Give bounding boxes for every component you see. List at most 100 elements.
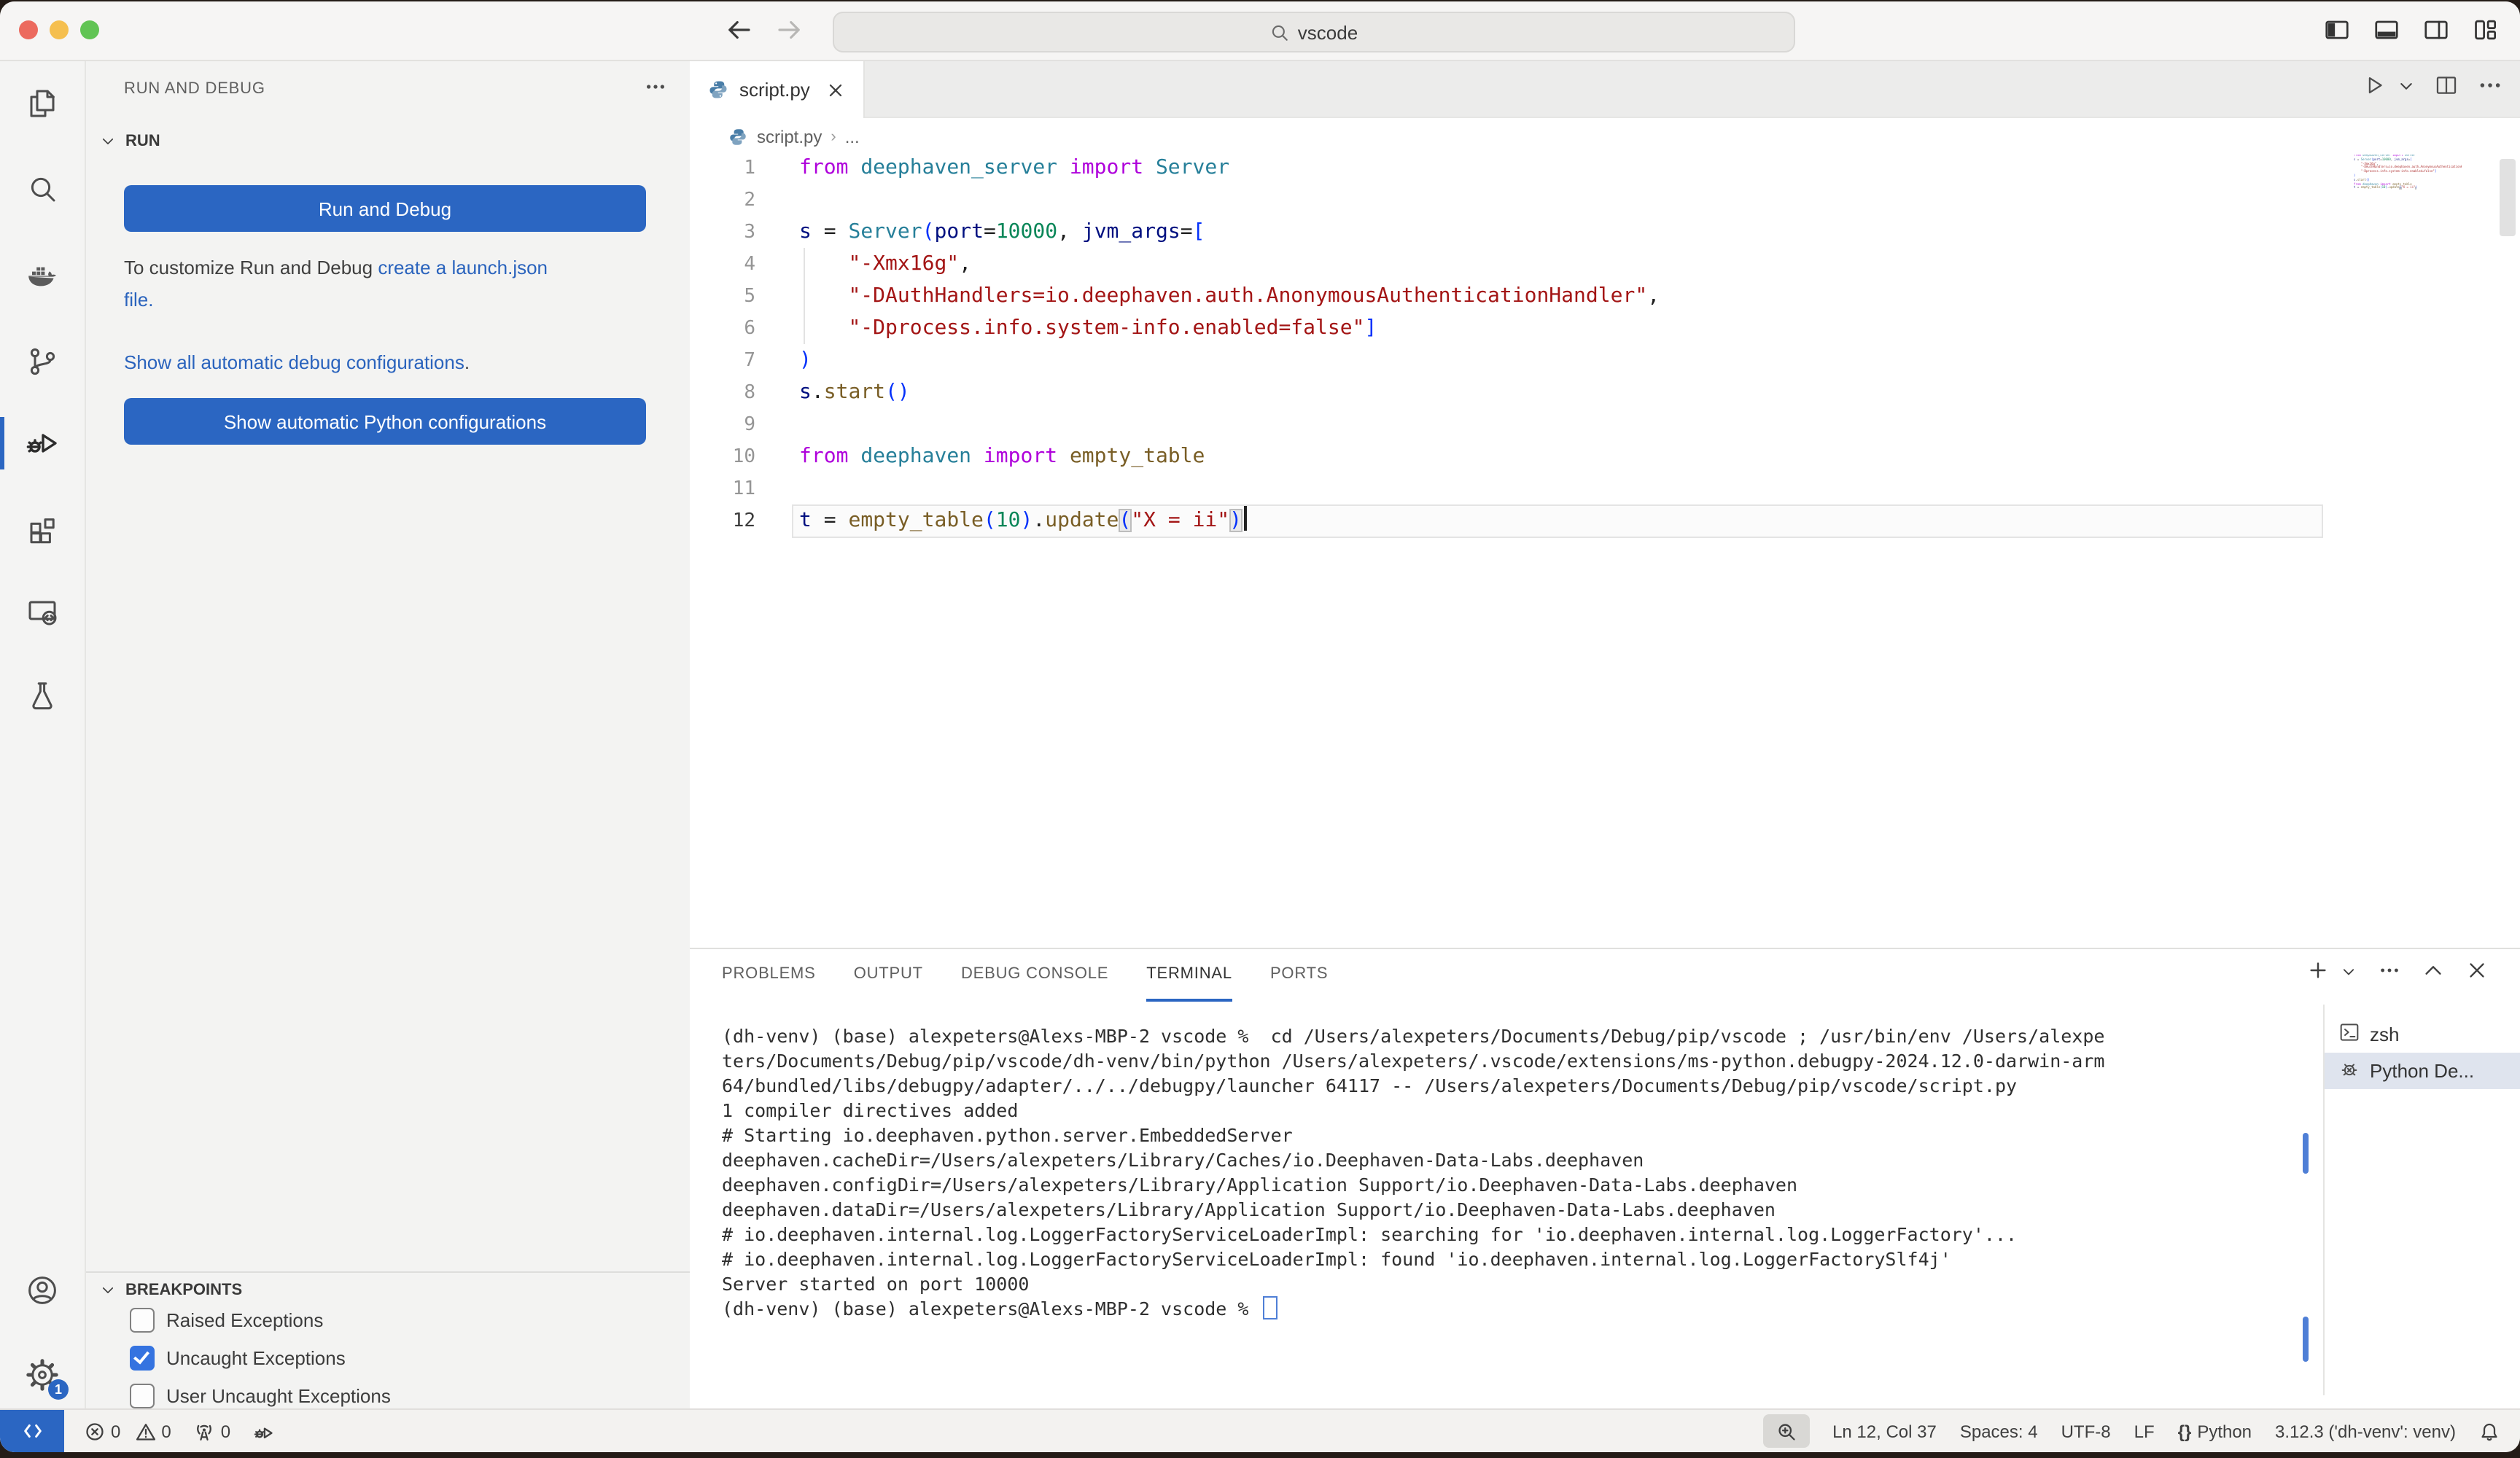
line-number[interactable]: 2 [690,185,755,217]
breakpoint-checkbox[interactable] [130,1345,155,1370]
customize-layout-icon[interactable] [2472,16,2500,51]
toggle-secondary-sidebar-icon[interactable] [2422,16,2450,51]
breakpoint-label: User Uncaught Exceptions [166,1384,391,1406]
code-line[interactable]: 10from deephaven import empty_table [690,440,2520,472]
broadcast-status[interactable]: 0 [195,1421,230,1441]
terminal-scrollbar-mark[interactable] [2303,1133,2309,1174]
line-number[interactable]: 10 [690,442,755,474]
panel-more-actions-icon[interactable] [2379,959,2400,989]
eol-status[interactable]: LF [2134,1421,2155,1441]
run-and-debug-icon[interactable] [25,426,60,461]
breadcrumb-symbol[interactable]: ... [845,127,860,147]
extensions-icon[interactable] [25,512,60,547]
close-panel-icon[interactable] [2466,959,2488,989]
breakpoint-checkbox[interactable] [130,1383,155,1408]
line-number[interactable]: 9 [690,410,755,442]
toggle-primary-sidebar-icon[interactable] [2323,16,2351,51]
terminal-scrollbar-mark[interactable] [2303,1317,2309,1362]
panel-tab-debug-console[interactable]: DEBUG CONSOLE [961,949,1108,1002]
line-number[interactable]: 4 [690,249,755,281]
close-tab-icon[interactable] [826,79,847,100]
minimize-window-button[interactable] [50,20,69,39]
code-line[interactable]: 1from deephaven_server import Server [690,152,2520,184]
line-number[interactable]: 6 [690,313,755,346]
toggle-panel-icon[interactable] [2373,16,2400,51]
search-icon[interactable] [25,172,60,207]
code-line[interactable]: 11 [690,472,2520,504]
code-line[interactable]: 8s.start() [690,376,2520,408]
panel-tab-output[interactable]: OUTPUT [854,949,923,1002]
views-more-actions-icon[interactable] [645,76,666,102]
close-window-button[interactable] [19,20,38,39]
terminal-dropdown-icon[interactable] [2341,961,2357,987]
back-icon[interactable] [723,15,754,52]
terminal-list-item-python-de-[interactable]: Python De... [2325,1053,2520,1089]
run-python-file-icon[interactable] [2362,73,2387,105]
breakpoint-item[interactable]: Raised Exceptions [130,1301,678,1338]
command-center[interactable]: vscode [833,12,1795,52]
explorer-icon[interactable] [25,86,60,121]
settings-badge: 1 [48,1379,69,1400]
line-number[interactable]: 5 [690,281,755,313]
debug-status-icon[interactable] [254,1421,274,1441]
run-dropdown-icon[interactable] [2398,76,2415,102]
breakpoints-section-header[interactable]: BREAKPOINTS [101,1282,242,1299]
forward-icon[interactable] [774,15,805,52]
code-line[interactable]: 6 "-Dprocess.info.system-info.enabled=fa… [690,312,2520,344]
code-line[interactable]: 9 [690,408,2520,440]
line-number[interactable]: 11 [690,474,755,506]
tab-script-py[interactable]: script.py [690,61,866,118]
settings-gear-icon[interactable]: 1 [25,1357,60,1392]
panel-tab-ports[interactable]: PORTS [1270,949,1328,1002]
code-line[interactable]: 5 "-DAuthHandlers=io.deephaven.auth.Anon… [690,280,2520,312]
line-number[interactable]: 1 [690,153,755,185]
line-number[interactable]: 7 [690,346,755,378]
terminal-list-item-zsh[interactable]: zsh [2325,1016,2520,1053]
breakpoint-label: Raised Exceptions [166,1309,323,1330]
zoom-status-icon[interactable] [1762,1414,1809,1448]
breakpoint-item[interactable]: Uncaught Exceptions [130,1338,678,1376]
show-all-debug-configs-link[interactable]: Show all automatic debug configurations [124,351,464,373]
show-python-configs-button[interactable]: Show automatic Python configurations [124,398,646,445]
code-line[interactable]: 12t = empty_table(10).update("X = ii") [690,504,2520,537]
encoding-status[interactable]: UTF-8 [2061,1421,2111,1441]
notifications-bell-icon[interactable] [2479,1421,2500,1441]
editor-more-actions-icon[interactable] [2478,73,2502,105]
code-line[interactable]: 7) [690,344,2520,376]
editor-scrollbar[interactable] [2500,159,2516,236]
terminal-line: 64/bundled/libs/debugpy/adapter/../../de… [722,1073,2290,1098]
problems-status[interactable]: 0 0 [85,1421,171,1441]
panel-tab-terminal[interactable]: TERMINAL [1146,949,1232,1002]
breadcrumb-separator-icon: › [831,128,836,146]
terminal-viewport[interactable]: (dh-venv) (base) alexpeters@Alexs-MBP-2 … [722,1024,2290,1321]
python-interpreter-status[interactable]: 3.12.3 ('dh-venv': venv) [2275,1421,2456,1441]
code-editor[interactable]: 1from deephaven_server import Server23s … [690,152,2520,537]
remote-explorer-icon[interactable] [25,595,60,630]
language-status[interactable]: {} Python [2178,1421,2252,1441]
remote-indicator[interactable] [0,1410,64,1452]
indentation-status[interactable]: Spaces: 4 [1960,1421,2038,1441]
code-line[interactable]: 4 "-Xmx16g", [690,248,2520,280]
code-line[interactable]: 3s = Server(port=10000, jvm_args=[ [690,216,2520,248]
docker-icon[interactable] [25,258,60,293]
line-number[interactable]: 12 [690,506,755,538]
line-number[interactable]: 8 [690,378,755,410]
cursor-position-status[interactable]: Ln 12, Col 37 [1832,1421,1937,1441]
maximize-panel-icon[interactable] [2422,959,2444,989]
testing-icon[interactable] [25,678,60,713]
panel-tab-problems[interactable]: PROBLEMS [722,949,816,1002]
split-editor-icon[interactable] [2434,73,2459,105]
new-terminal-icon[interactable] [2307,959,2329,989]
line-number[interactable]: 3 [690,217,755,249]
code-line[interactable]: 2 [690,184,2520,216]
source-control-icon[interactable] [25,344,60,379]
minimap[interactable]: from deephaven_server import Servers = S… [2354,155,2462,191]
breadcrumb-file[interactable]: script.py [757,127,822,147]
run-section-header[interactable]: RUN [101,133,160,150]
breakpoint-checkbox[interactable] [130,1307,155,1332]
run-and-debug-button[interactable]: Run and Debug [124,185,646,232]
breakpoint-item[interactable]: User Uncaught Exceptions [130,1376,678,1410]
breadcrumb[interactable]: script.py › ... [690,118,2520,156]
zoom-window-button[interactable] [80,20,99,39]
account-icon[interactable] [25,1273,60,1308]
